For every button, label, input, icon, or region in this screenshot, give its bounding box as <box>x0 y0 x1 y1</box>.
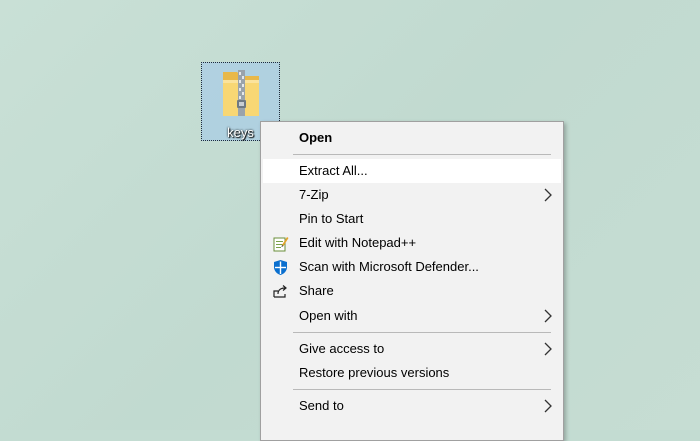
menu-item-label: Share <box>299 283 334 298</box>
notepad-plus-plus-icon <box>273 237 289 252</box>
chevron-right-icon <box>544 342 552 356</box>
menu-item-open-with[interactable]: Open with <box>263 304 561 328</box>
menu-item-7zip[interactable]: 7-Zip <box>263 183 561 207</box>
menu-item-label: Extract All... <box>299 163 368 178</box>
menu-item-label: Edit with Notepad++ <box>299 235 417 250</box>
menu-item-restore-versions[interactable]: Restore previous versions <box>263 361 561 385</box>
menu-item-send-to[interactable]: Send to <box>263 394 561 418</box>
chevron-right-icon <box>544 399 552 413</box>
menu-item-pin-to-start[interactable]: Pin to Start <box>263 207 561 231</box>
chevron-right-icon <box>544 188 552 202</box>
menu-item-label: Scan with Microsoft Defender... <box>299 259 479 274</box>
menu-item-extract-all[interactable]: Extract All... <box>263 159 561 183</box>
menu-item-scan-defender[interactable]: Scan with Microsoft Defender... <box>263 255 561 279</box>
share-icon <box>273 285 287 298</box>
defender-shield-icon <box>274 260 287 275</box>
chevron-right-icon <box>544 309 552 323</box>
context-menu: Open Extract All... 7-Zip Pin to Start E… <box>260 121 564 441</box>
menu-item-label: Send to <box>299 398 344 413</box>
menu-item-give-access[interactable]: Give access to <box>263 337 561 361</box>
menu-item-label: Open <box>299 130 333 145</box>
menu-separator <box>293 154 551 155</box>
menu-item-label: Give access to <box>299 341 385 356</box>
zip-folder-icon <box>223 70 259 116</box>
menu-item-open[interactable]: Open <box>263 126 561 150</box>
desktop[interactable]: keys Open Extract All... 7-Zip Pin to St… <box>0 0 700 441</box>
menu-separator <box>293 332 551 333</box>
menu-item-label: Open with <box>299 308 358 323</box>
menu-item-label: Pin to Start <box>299 211 364 226</box>
menu-item-share[interactable]: Share <box>263 279 561 303</box>
menu-separator <box>293 389 551 390</box>
menu-item-label: 7-Zip <box>299 187 329 202</box>
menu-item-label: Restore previous versions <box>299 365 450 380</box>
menu-item-edit-notepad[interactable]: Edit with Notepad++ <box>263 231 561 255</box>
